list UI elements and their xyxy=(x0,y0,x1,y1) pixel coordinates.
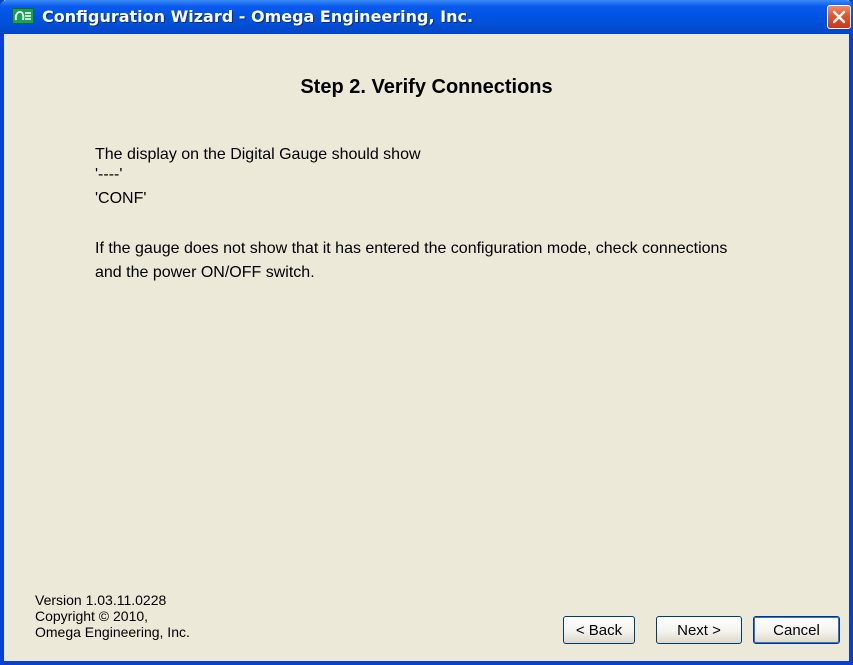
version-text: Version 1.03.11.0228 xyxy=(35,592,167,608)
instruction-line-dashes: '----' xyxy=(95,166,123,183)
omega-app-icon xyxy=(12,8,34,24)
next-button[interactable]: Next > xyxy=(656,616,742,644)
instruction-line-conf: 'CONF' xyxy=(95,190,147,207)
title-bar[interactable]: Configuration Wizard - Omega Engineering… xyxy=(0,0,853,34)
back-button[interactable]: < Back xyxy=(563,616,635,644)
close-icon xyxy=(832,10,846,24)
step-heading: Step 2. Verify Connections xyxy=(300,76,553,98)
version-info: Version 1.03.11.0228 Copyright © 2010, O… xyxy=(35,592,190,640)
close-button[interactable] xyxy=(827,5,851,29)
wizard-window: Configuration Wizard - Omega Engineering… xyxy=(0,0,853,665)
window-title: Configuration Wizard - Omega Engineering… xyxy=(42,7,474,26)
cancel-button[interactable]: Cancel xyxy=(753,616,840,644)
troubleshoot-paragraph: If the gauge does not show that it has e… xyxy=(95,240,728,281)
instruction-line-display: The display on the Digital Gauge should … xyxy=(95,146,421,163)
copyright-text: Copyright © 2010, xyxy=(35,608,149,624)
company-text: Omega Engineering, Inc. xyxy=(35,624,190,640)
